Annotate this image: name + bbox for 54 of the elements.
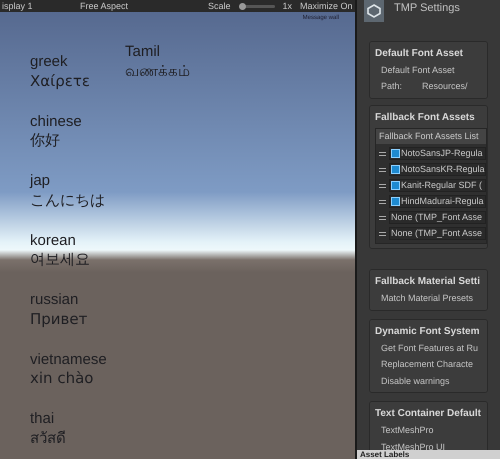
- drag-handle-icon[interactable]: [379, 152, 386, 156]
- greeting-text: 你好: [30, 131, 61, 150]
- section-heading: Fallback Material Setti: [375, 275, 482, 289]
- font-asset-name: NotoSansKR-Regula: [401, 162, 485, 176]
- language-label: thai: [30, 410, 56, 429]
- font-asset-field[interactable]: NotoSansJP-Regula: [389, 147, 486, 160]
- field-label: Default Font Asset: [380, 64, 456, 76]
- list-header: Fallback Font Assets List: [376, 128, 486, 144]
- drag-handle-icon[interactable]: [379, 232, 386, 236]
- greeting-text: こんにちは: [30, 190, 106, 210]
- scale-label: Scale: [208, 2, 231, 10]
- field-label: TextMeshPro: [380, 424, 435, 437]
- font-asset-name: NotoSansJP-Regula: [401, 146, 483, 160]
- language-label: russian: [30, 291, 80, 310]
- maximize-toggle[interactable]: Maximize On: [300, 2, 353, 10]
- drag-handle-icon[interactable]: [379, 216, 386, 220]
- display-dropdown[interactable]: isplay 1: [2, 2, 72, 10]
- font-asset-field[interactable]: Kanit-Regular SDF (: [389, 179, 486, 192]
- language-label: chinese: [30, 112, 83, 132]
- language-label: jap: [30, 172, 52, 191]
- font-asset-name: HindMadurai-Regula: [401, 194, 484, 208]
- font-asset-field[interactable]: HindMadurai-Regula: [389, 195, 486, 208]
- field-label: Path:: [381, 80, 402, 93]
- asset-labels-title: Asset Labels: [360, 451, 410, 459]
- language-label: Tamil: [125, 43, 162, 62]
- font-asset-name: Kanit-Regular SDF (: [401, 178, 482, 192]
- font-asset-field[interactable]: NotoSansKR-Regula: [389, 163, 486, 176]
- field-label: Replacement Characte: [380, 358, 474, 371]
- greeting-text: 여보세요: [30, 250, 91, 269]
- greeting-text: Χαίρετε: [30, 72, 92, 90]
- scale-value: 1x: [282, 2, 292, 10]
- scale-slider-thumb[interactable]: [238, 2, 246, 10]
- field-label: Get Font Features at Ru: [380, 342, 480, 354]
- greeting-text: Привет: [30, 310, 88, 328]
- field-label: Disable warnings: [380, 374, 451, 388]
- section-heading: Default Font Asset: [375, 46, 464, 60]
- aspect-dropdown[interactable]: Free Aspect: [80, 2, 200, 10]
- drag-handle-icon[interactable]: [379, 168, 386, 172]
- greeting-text: สวัสดี: [30, 428, 67, 448]
- section-heading: Dynamic Font System: [375, 324, 480, 338]
- inspector-title: TMP Settings: [394, 1, 460, 16]
- drag-handle-icon[interactable]: [379, 184, 386, 188]
- language-label: vietnamese: [30, 350, 108, 370]
- section-heading: Text Container Default: [375, 407, 482, 421]
- greeting-text: வணக்கம்: [125, 62, 190, 80]
- path-value: Resources/: [422, 80, 468, 93]
- drag-handle-icon[interactable]: [379, 200, 386, 204]
- field-label: Match Material Presets: [380, 292, 474, 305]
- section-heading: Fallback Font Assets: [375, 110, 476, 124]
- language-label: greek: [30, 53, 69, 72]
- greeting-text: xin chào: [30, 369, 94, 388]
- unity-logo-icon: [364, 0, 384, 22]
- field-label: TextMeshPro UI: [380, 440, 446, 452]
- language-label: korean: [30, 232, 77, 250]
